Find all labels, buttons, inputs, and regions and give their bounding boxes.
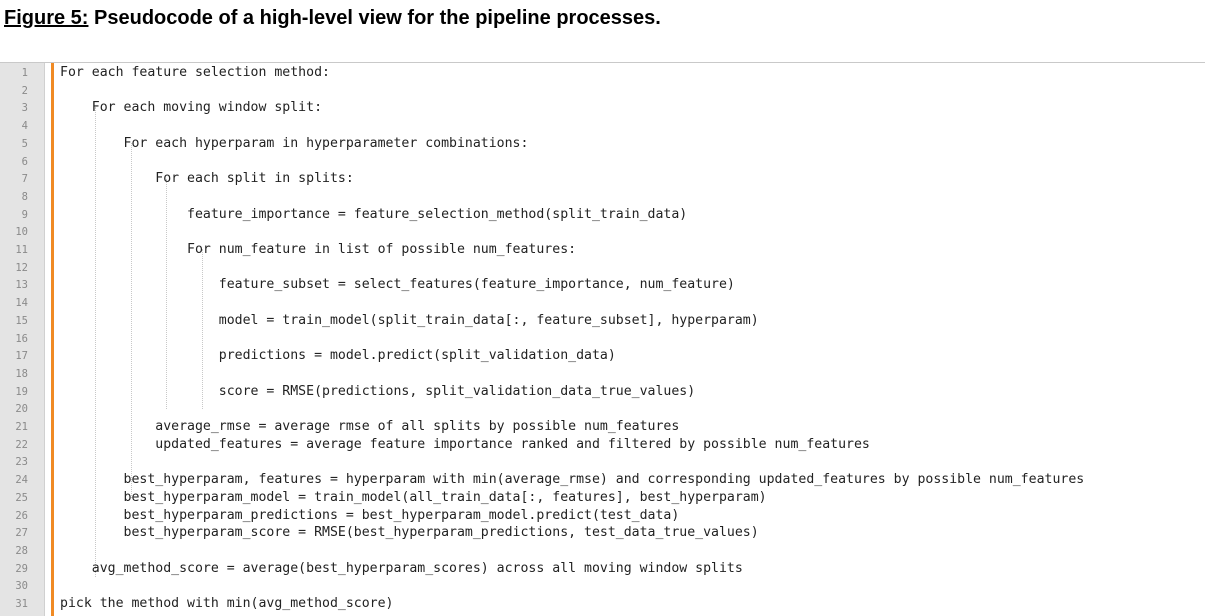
code-line: pick the method with min(avg_method_scor…: [60, 596, 394, 611]
code-line: For each feature selection method:: [60, 65, 330, 80]
line-number: 29: [15, 562, 28, 575]
code-line: feature_subset = select_features(feature…: [60, 277, 735, 293]
line-number: 25: [15, 491, 28, 504]
line-number: 10: [15, 226, 28, 239]
code-editor: 1 2 3 4 5 6 7 8 9 10 11 12 13 14 15 16 17 18 19 20 21 22 23 24 2…: [0, 62, 1205, 616]
code-line: best_hyperparam_score = RMSE(best_hyperp…: [60, 525, 759, 541]
line-number: 13: [15, 279, 28, 292]
code-line: avg_method_score = average(best_hyperpar…: [60, 560, 743, 576]
line-number: 14: [15, 297, 28, 310]
line-number: 20: [15, 403, 28, 416]
line-number: 15: [15, 314, 28, 327]
code-line: best_hyperparam_model = train_model(all_…: [60, 489, 767, 505]
line-number: 7: [21, 173, 28, 186]
code-line: best_hyperparam, features = hyperparam w…: [60, 472, 1085, 488]
line-number: 22: [15, 438, 28, 451]
code-line: feature_importance = feature_selection_m…: [60, 206, 688, 222]
line-number: 4: [21, 120, 28, 133]
line-number: 31: [15, 598, 28, 610]
line-number: 21: [15, 421, 28, 433]
line-number: 12: [15, 261, 28, 274]
code-line: updated_features = average feature impor…: [60, 436, 870, 452]
figure-caption: Pseudocode of a high-level view for the …: [88, 7, 661, 29]
code-line: For each hyperparam in hyperparameter co…: [60, 135, 529, 151]
line-number: 8: [21, 190, 28, 203]
code-line: score = RMSE(predictions, split_validati…: [60, 383, 696, 399]
line-number: 30: [15, 580, 28, 593]
figure-label: Figure 5:: [4, 7, 89, 29]
code-line: For each moving window split:: [60, 100, 323, 116]
line-number: 16: [15, 332, 28, 345]
code-line: For each split in splits:: [60, 171, 354, 187]
line-number: 26: [15, 509, 28, 522]
line-number: 2: [21, 84, 28, 97]
line-number: 5: [21, 137, 28, 150]
line-number: 27: [15, 527, 28, 540]
line-number: 23: [15, 456, 28, 469]
line-number: 17: [15, 350, 28, 363]
line-number: 24: [15, 474, 28, 487]
line-number: 1: [21, 67, 28, 79]
line-number: 9: [21, 208, 28, 221]
code-line: best_hyperparam_predictions = best_hyper…: [60, 507, 680, 523]
code-line: model = train_model(split_train_data[:, …: [60, 312, 759, 328]
line-number: 3: [21, 102, 28, 115]
code-line: average_rmse = average rmse of all split…: [60, 419, 680, 434]
line-number: 28: [15, 544, 28, 557]
line-number: 18: [15, 367, 28, 380]
line-number: 11: [15, 244, 28, 256]
fold-margin-bar: [51, 63, 54, 616]
line-number: 19: [15, 385, 28, 398]
line-number: 6: [21, 155, 28, 168]
code-line: For num_feature in list of possible num_…: [60, 242, 577, 257]
figure-title: Figure 5: Pseudocode of a high-level vie…: [4, 7, 661, 30]
code-line: predictions = model.predict(split_valida…: [60, 348, 616, 364]
